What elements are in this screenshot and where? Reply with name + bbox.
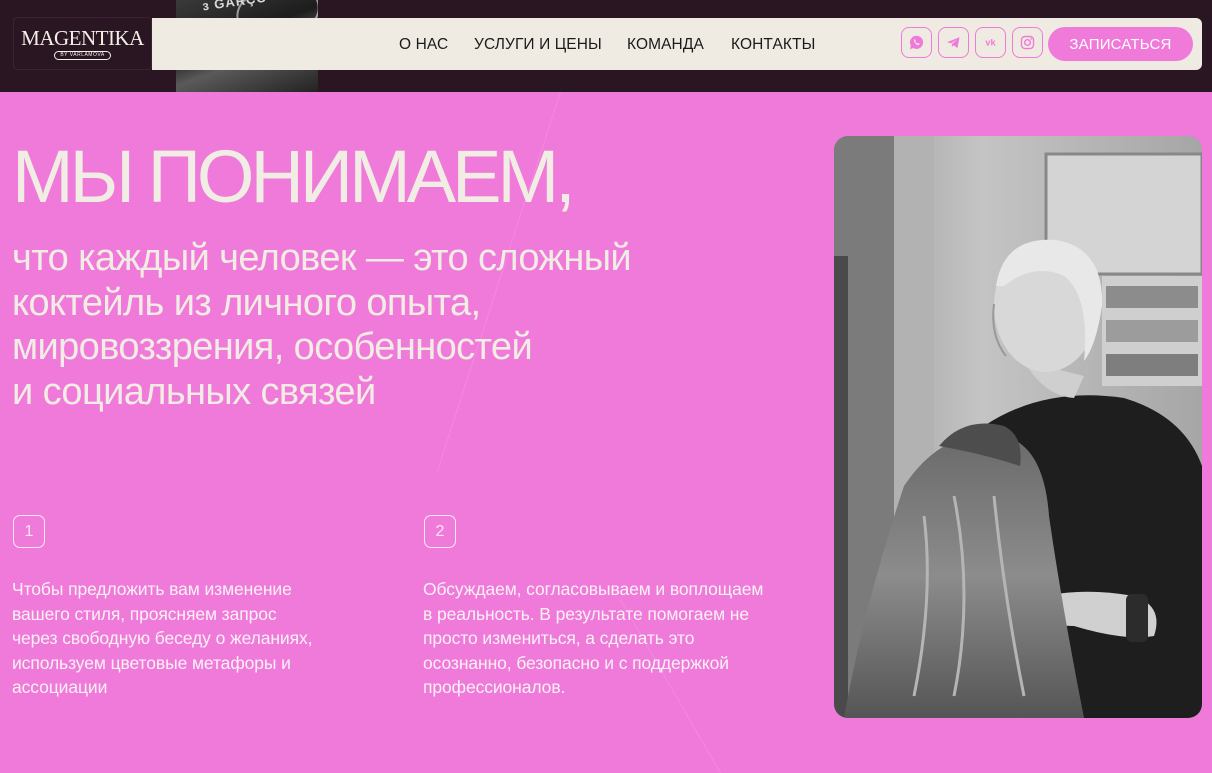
vk-button[interactable]: vk: [975, 27, 1006, 58]
logo-subtitle: BY VARLAMOVA: [54, 51, 110, 60]
nav-link-team[interactable]: КОМАНДА: [627, 36, 704, 54]
vk-icon: vk: [982, 34, 999, 51]
hero-title: МЫ ПОНИМАЕМ,: [12, 137, 572, 217]
svg-text:vk: vk: [985, 38, 996, 48]
hero-subtitle: что каждый человек — это сложный коктейл…: [12, 236, 772, 414]
hero-photo: [834, 136, 1202, 718]
step-description: Чтобы предложить вам изменение вашего ст…: [12, 577, 392, 700]
header-photo-text: з GARÇO: [201, 0, 268, 13]
step-number-badge: 2: [424, 515, 456, 548]
logo[interactable]: MAGENTIKA BY VARLAMOVA: [13, 17, 152, 70]
instagram-button[interactable]: [1012, 27, 1043, 58]
step-description: Обсуждаем, согласовываем и воплощаем в р…: [423, 577, 823, 700]
step-number-badge: 1: [13, 515, 45, 548]
instagram-icon: [1019, 34, 1036, 51]
nav-link-services[interactable]: УСЛУГИ И ЦЕНЫ: [474, 36, 602, 54]
whatsapp-icon: [908, 34, 925, 51]
book-appointment-button[interactable]: ЗАПИСАТЬСЯ: [1048, 27, 1193, 61]
nav-link-about[interactable]: О НАС: [399, 36, 448, 54]
whatsapp-button[interactable]: [901, 27, 932, 58]
nav-link-contacts[interactable]: КОНТАКТЫ: [731, 36, 815, 54]
telegram-icon: [945, 34, 962, 51]
navigation-bar: О НАС УСЛУГИ И ЦЕНЫ КОМАНДА КОНТАКТЫ vk …: [152, 18, 1202, 70]
nav-menu: О НАС УСЛУГИ И ЦЕНЫ КОМАНДА КОНТАКТЫ: [152, 18, 1202, 70]
telegram-button[interactable]: [938, 27, 969, 58]
logo-wordmark: MAGENTIKA: [21, 27, 144, 49]
hairdresser-photo-illustration: [834, 136, 1202, 718]
